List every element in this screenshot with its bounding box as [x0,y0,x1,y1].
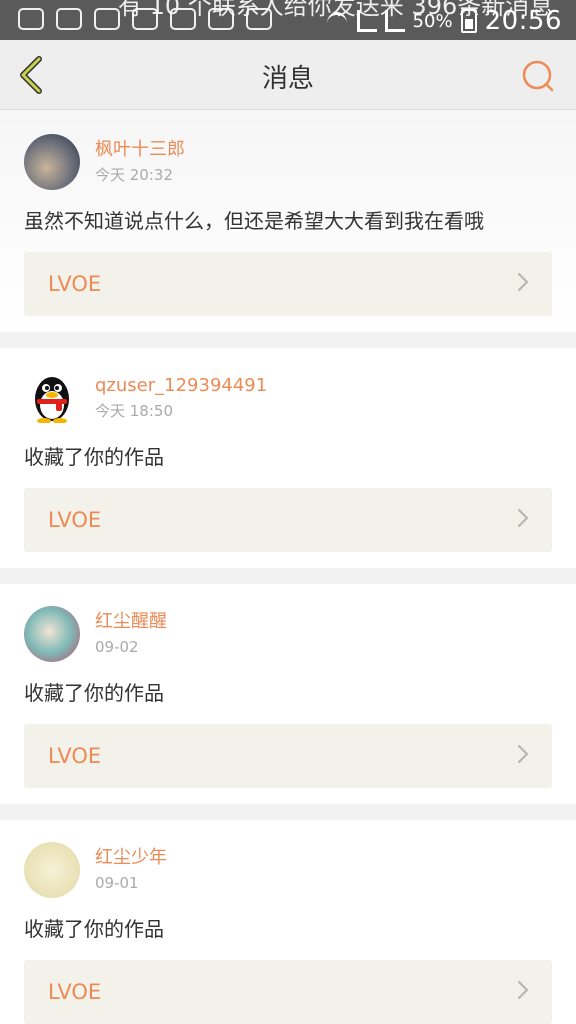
status-bar: 有 10 个联系人给你发送来 396条新消息 50% 20:56 [0,0,576,40]
message-list: 枫叶十三郎 今天 20:32 虽然不知道说点什么，但还是希望大大看到我在看哦 L… [0,110,576,1024]
page-title: 消息 [261,64,314,94]
battery-icon [460,9,477,33]
chat-notification-icon [18,8,44,30]
avatar[interactable] [24,842,80,898]
timestamp: 09-02 [95,638,139,656]
signal-icon [356,10,377,32]
status-right: 50% 20:56 [325,6,562,36]
clock: 20:56 [484,6,562,36]
message-header: qzuser_129394491 今天 18:50 [24,370,552,428]
signal-icon-2 [384,10,405,32]
timestamp: 09-01 [95,874,139,892]
phone-notification-icon [56,8,82,30]
work-title: LVOE [48,744,102,768]
chevron-right-icon [516,979,530,1005]
work-link[interactable]: LVOE [24,488,552,552]
weather-icon [94,8,120,30]
work-link[interactable]: LVOE [24,252,552,316]
wifi-icon [325,10,349,32]
message-text: 收藏了你的作品 [24,917,164,941]
message-card: 红尘醒醒 09-02 收藏了你的作品 LVOE [0,584,576,804]
message-text: 收藏了你的作品 [24,445,164,469]
message-text: 虽然不知道说点什么，但还是希望大大看到我在看哦 [24,209,484,233]
message-text: 收藏了你的作品 [24,681,164,705]
app-header: 消息 [0,40,576,110]
avatar[interactable] [24,370,80,426]
timestamp: 今天 18:50 [95,402,173,420]
battery-percent: 50% [412,10,453,32]
message-header: 红尘少年 09-01 [24,842,552,900]
timestamp: 今天 20:32 [95,166,173,184]
work-link[interactable]: LVOE [24,960,552,1024]
username[interactable]: 枫叶十三郎 [95,138,185,162]
search-button[interactable] [518,56,558,96]
message-card: 枫叶十三郎 今天 20:32 虽然不知道说点什么，但还是希望大大看到我在看哦 L… [0,110,576,332]
chevron-right-icon [516,743,530,769]
message-card: 红尘少年 09-01 收藏了你的作品 LVOE [0,820,576,1024]
avatar[interactable] [24,134,80,190]
work-title: LVOE [48,272,102,296]
avatar[interactable] [24,606,80,662]
username[interactable]: 红尘少年 [95,846,167,870]
qq-penguin-icon [35,377,69,423]
message-card: qzuser_129394491 今天 18:50 收藏了你的作品 LVOE [0,348,576,568]
message-header: 红尘醒醒 09-02 [24,606,552,664]
chevron-right-icon [516,271,530,297]
work-link[interactable]: LVOE [24,724,552,788]
chevron-right-icon [516,507,530,533]
work-title: LVOE [48,508,102,532]
search-icon [522,60,554,92]
username[interactable]: qzuser_129394491 [95,374,267,398]
message-header: 枫叶十三郎 今天 20:32 [24,134,552,192]
work-title: LVOE [48,980,102,1004]
username[interactable]: 红尘醒醒 [95,610,167,634]
